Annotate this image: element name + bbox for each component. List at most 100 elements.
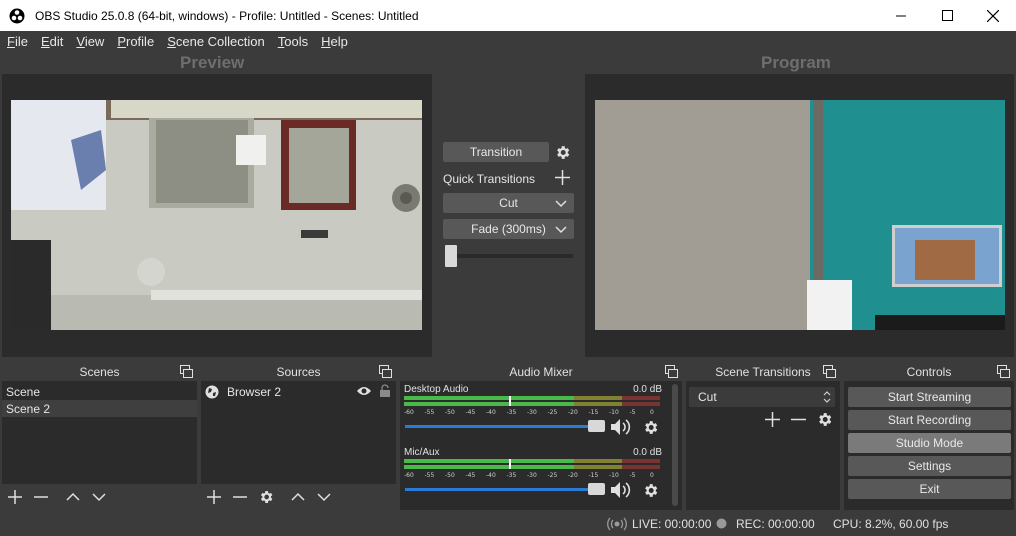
close-button[interactable] <box>970 0 1016 31</box>
undock-icon[interactable] <box>997 365 1010 378</box>
minimize-icon <box>895 15 906 17</box>
menu-item[interactable]: Tools <box>271 34 314 49</box>
chevron-down-icon <box>555 200 567 208</box>
transition-button[interactable]: Transition <box>443 142 549 162</box>
program-video <box>595 100 1005 330</box>
menu-item[interactable]: View <box>69 34 110 49</box>
lock-icon[interactable] <box>379 384 391 398</box>
undock-icon[interactable] <box>665 365 678 378</box>
scale-tick: -15 <box>588 472 599 479</box>
source-properties-button[interactable] <box>253 484 279 510</box>
title-bar: OBS Studio 25.0.8 (64-bit, windows) - Pr… <box>0 0 1016 31</box>
remove-source-button[interactable] <box>227 484 253 510</box>
scale-tick: -25 <box>547 472 558 479</box>
chevron-up-icon <box>291 492 305 501</box>
eye-icon[interactable] <box>356 385 372 397</box>
add-transition-icon[interactable] <box>765 412 780 427</box>
add-source-button[interactable] <box>201 484 227 510</box>
tbar-track[interactable] <box>445 254 573 258</box>
scenes-toolbar <box>2 484 197 510</box>
scale-tick: 0 <box>650 409 654 416</box>
volume-slider-track[interactable] <box>405 488 595 491</box>
speaker-icon[interactable] <box>610 418 632 436</box>
scenes-dock: Scenes Scene Scene 2 <box>2 362 197 510</box>
studio-mode-button[interactable]: Studio Mode <box>848 433 1011 453</box>
minimize-button[interactable] <box>878 0 924 31</box>
controls-title: Controls <box>906 364 952 379</box>
scene-item[interactable]: Scene <box>2 383 197 400</box>
obs-logo-icon <box>9 8 25 23</box>
transition-properties-gear-icon[interactable] <box>816 411 833 428</box>
minus-icon <box>233 496 247 498</box>
close-icon <box>987 9 999 22</box>
sources-title: Sources <box>276 364 321 379</box>
menu-accelerator: E <box>40 34 50 49</box>
move-scene-down-button[interactable] <box>86 484 112 510</box>
channel-name: Mic/Aux <box>404 447 440 458</box>
undock-icon[interactable] <box>823 365 836 378</box>
add-quick-transition-icon[interactable] <box>555 170 570 185</box>
move-scene-up-button[interactable] <box>60 484 86 510</box>
scale-tick: -25 <box>547 409 558 416</box>
speaker-icon[interactable] <box>610 481 632 499</box>
menu-item[interactable]: Help <box>314 34 354 49</box>
scene-transitions-header: Scene Transitions <box>686 362 840 381</box>
undock-icon[interactable] <box>180 365 193 378</box>
program-display[interactable] <box>585 74 1014 357</box>
transition-settings-gear-icon[interactable] <box>554 144 571 161</box>
scale-tick: -55 <box>424 409 435 416</box>
menu-item[interactable]: File <box>0 34 34 49</box>
controls-header: Controls <box>844 362 1014 381</box>
scene-list: Scene Scene 2 <box>2 381 197 417</box>
channel-settings-gear-icon[interactable] <box>642 482 659 499</box>
menu-label: ools <box>284 34 309 49</box>
fade-transition-select[interactable]: Fade (300ms) <box>443 219 574 239</box>
menu-item[interactable]: Edit <box>34 34 69 49</box>
menu-label: iew <box>84 34 105 49</box>
channel-settings-gear-icon[interactable] <box>642 419 659 436</box>
plus-icon <box>8 490 22 504</box>
up-down-arrows-icon <box>823 391 831 403</box>
exit-button[interactable]: Exit <box>848 479 1011 499</box>
mixer-channel: Desktop Audio 0.0 dB -60 -55 -50 -45 -40 -35 -30… <box>404 384 666 444</box>
menu-item[interactable]: Profile <box>110 34 160 49</box>
add-scene-button[interactable] <box>2 484 28 510</box>
scale-tick: -35 <box>506 472 517 479</box>
move-source-up-button[interactable] <box>285 484 311 510</box>
scene-item[interactable]: Scene 2 <box>2 400 197 417</box>
maximize-button[interactable] <box>924 0 970 31</box>
fade-label: Fade (300ms) <box>471 222 546 236</box>
broadcast-icon <box>607 517 627 531</box>
settings-button[interactable]: Settings <box>848 456 1011 476</box>
controls-dock: Controls Start Streaming Start Recording… <box>844 362 1014 510</box>
preview-display[interactable] <box>2 74 432 357</box>
start-streaming-button[interactable]: Start Streaming <box>848 387 1011 407</box>
move-source-down-button[interactable] <box>311 484 337 510</box>
cut-label: Cut <box>499 196 518 210</box>
chevron-down-icon <box>555 226 567 234</box>
volume-slider-handle[interactable] <box>588 483 605 495</box>
volume-slider-track[interactable] <box>405 425 595 428</box>
chevron-down-icon <box>92 493 106 502</box>
scene-transition-select[interactable]: Cut <box>689 387 835 407</box>
scale-tick: -60 <box>404 409 414 416</box>
cut-transition-select[interactable]: Cut <box>443 193 574 213</box>
menu-label: ile <box>14 34 28 49</box>
menu-bar: File Edit View Profile Scene Collection Tools… <box>0 31 1016 52</box>
menu-label: rofile <box>126 34 155 49</box>
transition-panel: Transition Quick Transitions Cut Fade (3… <box>432 74 585 357</box>
maximize-icon <box>941 10 953 21</box>
source-item[interactable]: Browser 2 <box>201 383 396 400</box>
mixer-scrollbar[interactable] <box>672 384 678 506</box>
rec-timer: REC: 00:00:00 <box>736 517 815 531</box>
remove-scene-button[interactable] <box>28 484 54 510</box>
menu-accelerator: V <box>76 34 85 49</box>
undock-icon[interactable] <box>379 365 392 378</box>
scale-tick: -40 <box>486 472 496 479</box>
channel-db: 0.0 dB <box>633 384 662 395</box>
remove-transition-icon[interactable] <box>791 412 806 427</box>
volume-slider-handle[interactable] <box>588 420 605 432</box>
menu-item[interactable]: Scene Collection <box>160 34 271 49</box>
tbar-handle[interactable] <box>445 245 457 267</box>
start-recording-button[interactable]: Start Recording <box>848 410 1011 430</box>
